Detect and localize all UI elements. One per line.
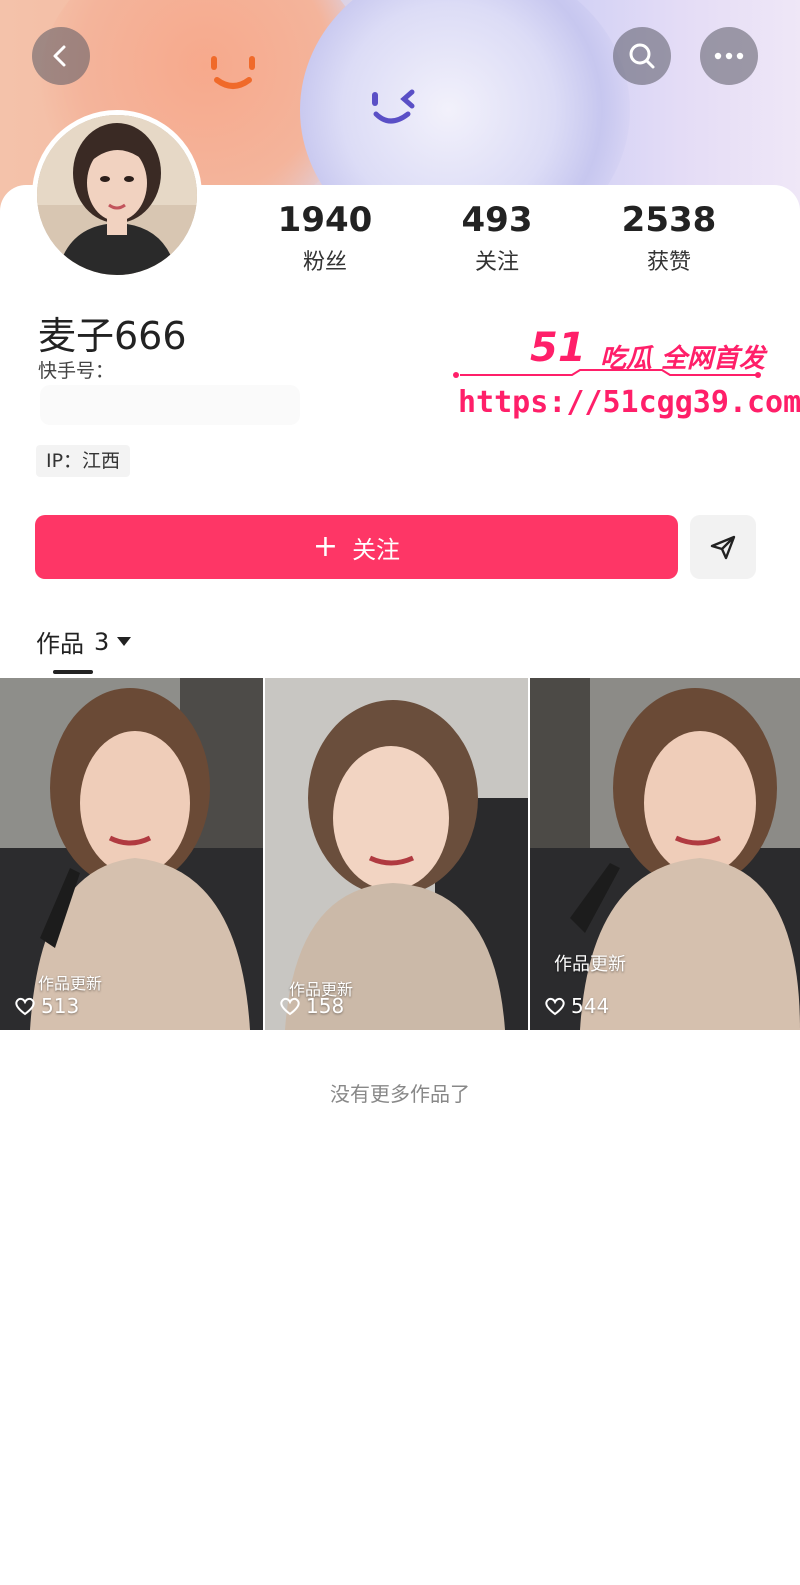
back-button[interactable]	[32, 27, 90, 85]
watermark-number: 51	[530, 325, 586, 371]
stat-label: 粉丝	[302, 250, 347, 275]
search-button[interactable]	[613, 27, 671, 85]
stat-label: 获赞	[646, 250, 691, 275]
video-likes: 544	[544, 994, 609, 1018]
video-thumbnail[interactable]: 作品更新 158	[265, 678, 528, 1030]
stat-value: 493	[461, 200, 533, 240]
wink-face-icon	[372, 89, 415, 124]
no-more-works-text: 没有更多作品了	[330, 1082, 470, 1106]
avatar-portrait	[37, 115, 197, 275]
more-icon	[714, 52, 744, 60]
follow-label: 关注	[352, 535, 401, 564]
heart-icon	[280, 997, 300, 1016]
video-thumbnail-image	[530, 678, 800, 1030]
send-icon	[710, 535, 736, 560]
avatar-frame[interactable]	[32, 110, 202, 280]
likes-count: 158	[306, 994, 345, 1018]
banner-purple-blob	[300, 0, 630, 215]
kuaishou-id-text: 快手号	[38, 360, 96, 382]
heart-icon	[15, 997, 35, 1016]
stat-label: 关注	[474, 250, 519, 275]
heart-icon	[545, 997, 565, 1016]
likes-count: 513	[41, 994, 80, 1018]
video-likes: 513	[14, 994, 79, 1018]
smiley-face-icon	[211, 56, 255, 89]
caret-down-icon	[117, 637, 132, 646]
video-thumbnail[interactable]: 作品更新 513	[0, 678, 263, 1030]
back-icon	[53, 45, 66, 67]
follow-button[interactable]: + 关注	[35, 515, 678, 579]
stat-following[interactable]: 493 关注	[412, 200, 582, 276]
stat-followers[interactable]: 1940 粉丝	[240, 200, 410, 276]
video-likes: 158	[279, 994, 344, 1018]
ip-location-tag: IP：江西	[36, 445, 131, 477]
share-button[interactable]	[690, 515, 756, 579]
video-label: 作品更新	[554, 954, 626, 975]
more-button[interactable]	[700, 27, 758, 85]
stat-likes[interactable]: 2538 获赞	[584, 200, 754, 276]
tab-underline	[53, 670, 93, 674]
blurred-bio	[40, 385, 300, 425]
search-icon	[629, 43, 655, 69]
stat-value: 1940	[277, 200, 373, 240]
video-label: 作品更新	[38, 974, 103, 993]
nickname: 麦子666	[38, 314, 187, 358]
avatar	[37, 115, 197, 275]
likes-count: 544	[571, 994, 610, 1018]
video-grid: 作品更新 513 作品更新 158 作品更新 544	[0, 678, 800, 1030]
plus-icon: +	[312, 529, 339, 564]
watermark-url: https://51cgg39.com	[458, 385, 800, 420]
video-thumbnail[interactable]: 作品更新 544	[530, 678, 800, 1030]
stat-value: 2538	[621, 200, 717, 240]
watermark-circuit-line	[453, 369, 761, 378]
tab-works-count: 3	[94, 627, 110, 656]
tab-works-label: 作品	[36, 630, 84, 658]
kuaishou-id-label: 快手号：	[38, 360, 115, 382]
tab-works[interactable]: 作品 3	[36, 624, 132, 659]
